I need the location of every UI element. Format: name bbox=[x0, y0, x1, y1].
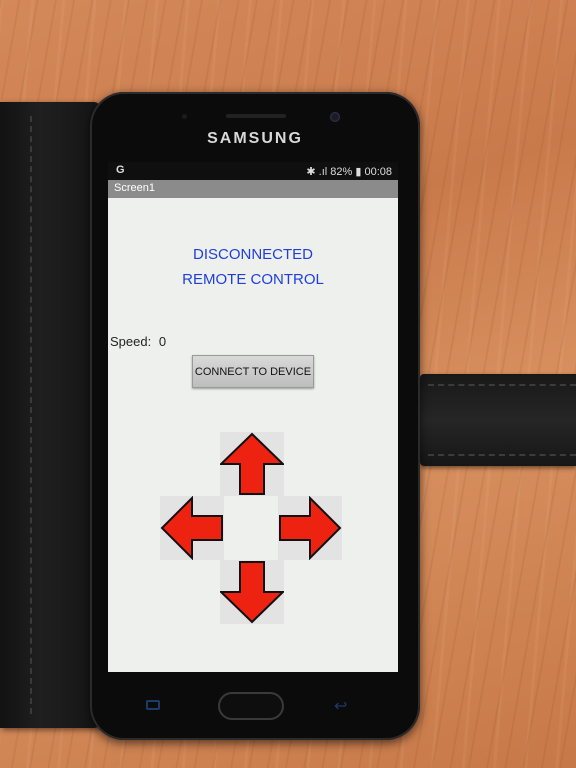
strap-stitching bbox=[428, 384, 576, 456]
status-indicators: ✱ .ıl 82% ▮ 00:08 bbox=[306, 166, 392, 178]
right-arrow-button[interactable] bbox=[278, 496, 342, 560]
up-arrow-button[interactable] bbox=[220, 432, 284, 496]
connection-status: DISCONNECTED bbox=[192, 246, 313, 263]
left-arrow-button[interactable] bbox=[160, 496, 224, 560]
screen-title: Screen1 bbox=[114, 182, 155, 194]
app-heading: REMOTE CONTROL bbox=[182, 271, 324, 288]
smartphone: SAMSUNG G ✱ .ıl 82% ▮ 00:08 Screen1 DISC… bbox=[90, 92, 420, 740]
hardware-nav-keys: ↩ bbox=[90, 690, 420, 720]
status-bar: G ✱ .ıl 82% ▮ 00:08 bbox=[108, 162, 398, 180]
cut-off-bottom-text bbox=[118, 662, 388, 668]
down-arrow-icon bbox=[220, 561, 284, 624]
up-arrow-icon bbox=[220, 432, 284, 495]
proximity-sensor bbox=[182, 114, 187, 119]
app-title-bar: Screen1 bbox=[108, 180, 398, 198]
front-camera-icon bbox=[330, 112, 340, 122]
google-icon: G bbox=[116, 164, 125, 176]
speed-readout: Speed: 0 bbox=[110, 334, 166, 349]
earpiece-speaker bbox=[226, 114, 286, 118]
right-arrow-icon bbox=[279, 496, 342, 560]
speed-value: 0 bbox=[158, 334, 167, 349]
left-arrow-icon bbox=[160, 496, 223, 560]
recents-icon[interactable] bbox=[146, 700, 160, 710]
down-arrow-button[interactable] bbox=[220, 560, 284, 624]
phone-screen: G ✱ .ıl 82% ▮ 00:08 Screen1 DISCONNECTED… bbox=[108, 162, 398, 672]
connect-to-device-button[interactable]: CONNECT TO DEVICE bbox=[192, 355, 314, 388]
speed-label: Speed: bbox=[110, 334, 152, 349]
home-button[interactable] bbox=[218, 692, 284, 720]
photo-scene: SAMSUNG G ✱ .ıl 82% ▮ 00:08 Screen1 DISC… bbox=[0, 0, 576, 768]
phone-brand-logo: SAMSUNG bbox=[207, 130, 303, 147]
leather-case-strap bbox=[420, 374, 576, 466]
back-icon[interactable]: ↩ bbox=[334, 696, 347, 716]
leather-case-flap bbox=[0, 102, 100, 728]
case-stitching bbox=[30, 116, 32, 714]
